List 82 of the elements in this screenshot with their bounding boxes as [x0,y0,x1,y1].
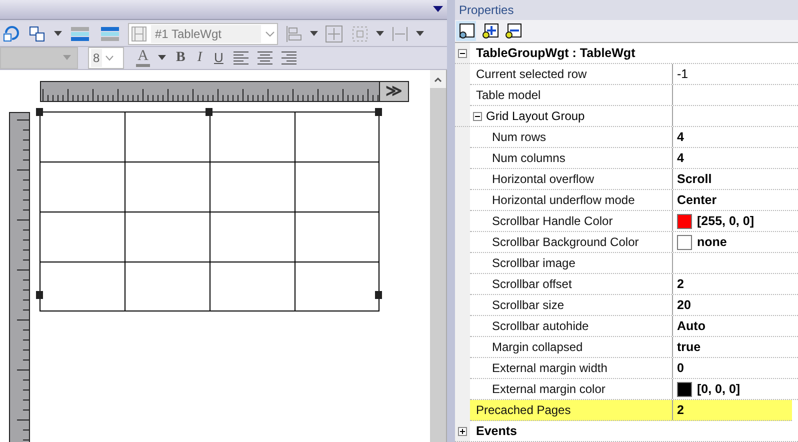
property-name: Scrollbar autohide [492,318,589,335]
caret-icon [63,55,71,60]
chevron-down-icon [104,54,114,61]
expand-icon[interactable] [458,426,467,436]
font-size-select[interactable]: 8 [88,46,124,69]
scroll-up-icon[interactable] [434,76,442,82]
property-name: Num columns [492,150,566,167]
property-value: 0 [677,360,684,377]
align-center-icon[interactable] [257,50,274,65]
dropdown-icon[interactable] [433,6,443,12]
property-name: Scrollbar image [492,255,576,272]
panel-title: Properties [459,2,514,19]
property-value: [0, 0, 0] [697,380,740,398]
property-name: Scrollbar offset [492,276,572,293]
property-row[interactable]: Scrollbar image [470,253,798,274]
property-value: Scroll [677,170,712,188]
property-value: none [697,234,727,251]
property-row[interactable]: Num columns 4 [470,148,798,169]
film-icon [131,26,147,42]
text-color-button[interactable]: A [136,48,150,67]
group-label: TableGroupWgt : TableWgt [475,44,636,62]
underline-button[interactable]: U [212,48,226,68]
property-name: Scrollbar Handle Color [492,213,613,230]
property-row[interactable]: Table model [470,85,798,106]
align-left-icon[interactable] [233,50,250,65]
property-value: [255, 0, 0] [697,212,754,230]
property-value: true [677,338,701,356]
collapse-icon[interactable] [473,112,482,120]
property-name: Current selected row [476,66,587,83]
property-row[interactable]: Current selected row -1 [470,64,798,85]
vertical-scrollbar[interactable] [430,70,447,442]
caret-icon[interactable] [54,31,62,36]
property-row[interactable]: Margin collapsed true [470,337,798,358]
expand-all-icon[interactable] [481,22,499,40]
color-bar-icon [136,64,150,67]
property-name: Horizontal underflow mode [492,192,635,209]
color-swatch[interactable] [677,234,692,250]
italic-button[interactable]: I [195,47,204,68]
expand-ruler-button[interactable]: ≫ [380,81,409,102]
group-label: Events [475,422,517,440]
property-value: 2 [677,276,684,293]
property-row[interactable]: External margin width 0 [470,358,798,379]
property-value: 4 [677,150,684,167]
property-row[interactable]: Scrollbar size 20 [470,295,798,316]
property-value: 20 [677,296,691,314]
rotate-icon[interactable] [2,24,22,44]
caret-icon[interactable] [310,31,318,36]
color-swatch[interactable] [677,214,692,228]
object-select[interactable]: #1 TableWgt [128,22,278,45]
chevron-down-icon [265,30,275,37]
property-row[interactable]: Horizontal overflow Scroll [470,169,798,190]
caret-icon[interactable] [376,31,384,36]
property-value: 2 [677,402,684,419]
property-row[interactable]: Scrollbar Background Color none [470,232,798,253]
property-name: Scrollbar Background Color [492,234,639,251]
color-swatch[interactable] [677,382,692,396]
caret-icon[interactable] [416,31,424,36]
properties-view-icon[interactable] [456,21,476,41]
property-name: Scrollbar size [492,297,564,314]
property-row[interactable]: Num rows 4 [470,127,798,148]
property-row[interactable]: Scrollbar Handle Color [255, 0, 0] [470,211,798,232]
align-right-icon[interactable] [281,50,298,65]
property-value: Auto [677,318,706,335]
property-row[interactable]: Precached Pages 2 [470,400,792,421]
property-name: Num rows [492,129,546,146]
property-name: External margin width [492,360,608,377]
property-name: Horizontal overflow [492,171,594,188]
collapse-all-icon[interactable] [504,22,522,40]
property-name: Precached Pages [476,402,571,419]
caret-icon[interactable] [158,55,166,60]
property-name: External margin color [492,381,606,398]
property-row[interactable]: Scrollbar autohide Auto [470,316,798,337]
property-name: Table model [476,87,541,104]
group-label: Grid Layout Group [485,108,585,125]
bold-button[interactable]: B [174,47,188,68]
property-value: Center [677,192,717,209]
property-value: 4 [677,128,684,146]
collapse-icon[interactable] [458,48,467,58]
property-value: -1 [677,66,688,83]
property-name: Margin collapsed [492,339,583,356]
property-row[interactable]: Scrollbar offset 2 [470,274,798,295]
property-row[interactable]: Horizontal underflow mode Center [470,190,798,211]
